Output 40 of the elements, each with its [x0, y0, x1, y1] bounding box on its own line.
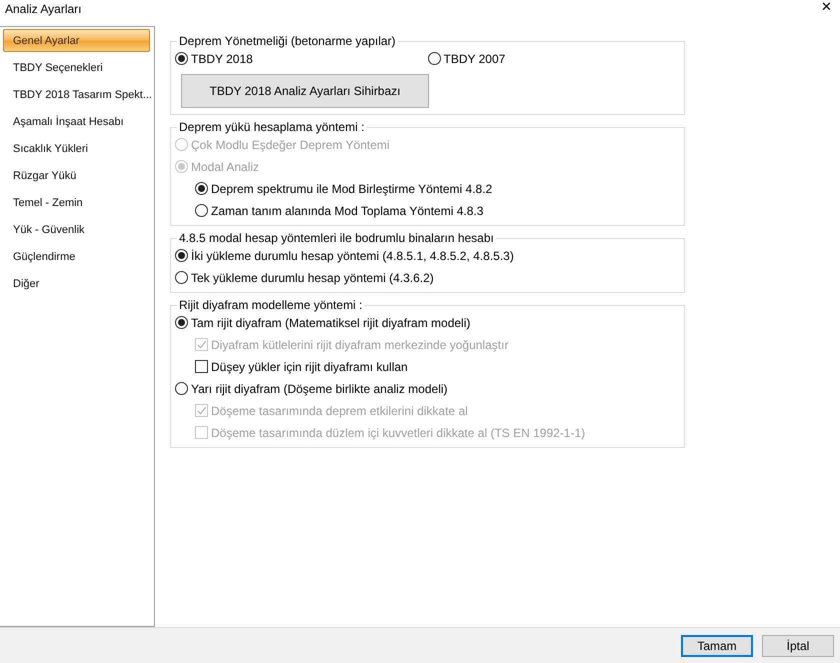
checkbox-label: Diyafram kütlelerini rijit diyafram merkezinde yoğunlaştır: [211, 338, 508, 352]
radio-button[interactable]: [175, 382, 188, 395]
window-title: Analiz Ayarları: [4, 1, 82, 16]
sidebar-item[interactable]: TBDY Seçenekleri: [3, 56, 150, 79]
group-title: Deprem Yönetmeliği (betonarme yapılar): [178, 34, 397, 48]
radio-label: TBDY 2018: [191, 52, 253, 66]
sidebar-item[interactable]: Rüzgar Yükü: [3, 164, 150, 187]
wizard-button[interactable]: TBDY 2018 Analiz Ayarları Sihirbazı: [181, 74, 429, 108]
radio-label: Çok Modlu Eşdeğer Deprem Yöntemi: [191, 138, 390, 152]
checkbox-label: Düşey yükler için rijit diyaframı kullan: [211, 360, 408, 374]
sidebar-item[interactable]: TBDY 2018 Tasarım Spekt...: [3, 83, 150, 106]
radio-label: Tam rijit diyafram (Matematiksel rijit diyafram modeli): [191, 316, 470, 330]
radio-label: İki yükleme durumlu hesap yöntemi (4.8.5.1, 4.8.5.2, 4.8.5.3): [191, 248, 514, 262]
group-title: Deprem yükü hesaplama yöntemi :: [178, 120, 366, 134]
radio-button[interactable]: [175, 316, 188, 329]
radio-label: Yarı rijit diyafram (Döşeme birlikte analiz modeli): [191, 382, 448, 396]
radio-button[interactable]: [175, 249, 188, 262]
sidebar-item[interactable]: Diğer: [3, 272, 150, 295]
radio-label: Zaman tanım alanında Mod Toplama Yöntemi 4.8.3: [211, 204, 484, 218]
group-title: 4.8.5 modal hesap yöntemleri ile bodrumlu binaların hesabı: [178, 231, 495, 245]
radio-button[interactable]: [175, 52, 188, 65]
radio-button[interactable]: [428, 52, 440, 65]
sidebar-item[interactable]: Yük - Güvenlik: [3, 218, 150, 241]
dialog-button[interactable]: Tamam: [681, 634, 753, 656]
sidebar-item[interactable]: Temel - Zemin: [3, 191, 150, 214]
sidebar-item[interactable]: Sıcaklık Yükleri: [3, 137, 150, 160]
close-button[interactable]: ✕: [821, 0, 832, 14]
sidebar-item[interactable]: Aşamalı İnşaat Hesabı: [3, 110, 150, 133]
dialog-button[interactable]: İptal: [762, 634, 834, 656]
checkbox[interactable]: [195, 360, 208, 373]
radio-label: Tek yükleme durumlu hesap yöntemi (4.3.6.2): [191, 270, 434, 284]
sidebar-item[interactable]: Güçlendirme: [3, 245, 150, 268]
radio-label: Modal Analiz: [191, 160, 260, 174]
radio-button[interactable]: [175, 271, 188, 284]
checkbox-label: Döşeme tasarımında düzlem içi kuvvetleri dikkate al (TS EN 1992-1-1): [211, 426, 586, 440]
sidebar-item[interactable]: Genel Ayarlar: [3, 29, 150, 52]
radio-label: Deprem spektrumu ile Mod Birleştirme Yöntemi 4.8.2: [211, 182, 492, 196]
group-title: Rijit diyafram modelleme yöntemi :: [178, 298, 364, 312]
checkbox-label: Döşeme tasarımında deprem etkilerini dikkate al: [211, 404, 468, 418]
radio-label: TBDY 2007: [444, 52, 506, 66]
